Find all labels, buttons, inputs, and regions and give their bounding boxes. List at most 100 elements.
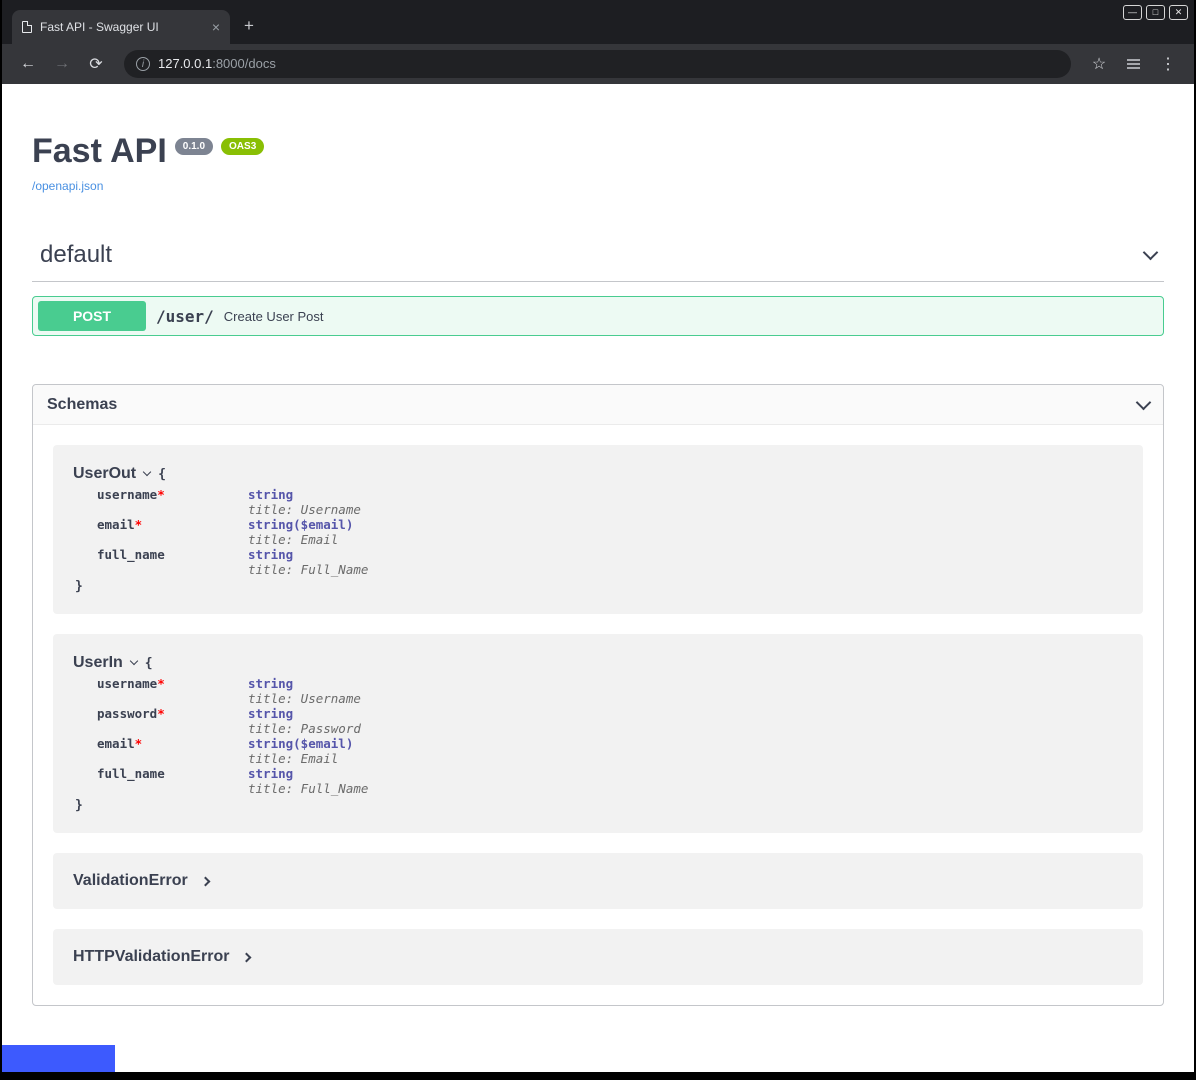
close-brace: }	[75, 579, 1123, 594]
titlebar: Fast API - Swagger UI × + — □ ✕	[2, 0, 1194, 44]
schemas-title: Schemas	[47, 396, 117, 414]
close-brace: }	[75, 798, 1123, 813]
browser-toolbar: ← → ⟳ i 127.0.0.1:8000/docs ☆ ⋮	[2, 44, 1194, 84]
model-userin: UserIn { username* string title: Usernam…	[53, 634, 1143, 833]
url-host: 127.0.0.1	[158, 56, 212, 71]
property-type: string	[248, 487, 361, 502]
property-row: email* string($email) title: Email	[97, 736, 1123, 766]
page-title: Fast API	[32, 132, 167, 171]
property-detail: string($email) title: Email	[248, 517, 353, 547]
tag-section-default[interactable]: default	[32, 241, 1164, 282]
site-info-icon[interactable]: i	[136, 57, 150, 71]
model-head[interactable]: UserIn {	[73, 654, 1123, 672]
property-title: title: Username	[248, 502, 361, 517]
open-brace: {	[145, 656, 153, 671]
chevron-down-icon[interactable]	[130, 656, 138, 664]
chevron-right-icon[interactable]	[200, 876, 210, 886]
method-badge: POST	[38, 301, 146, 331]
api-title-row: Fast API 0.1.0 OAS3	[32, 132, 1164, 171]
model-validationerror[interactable]: ValidationError	[53, 853, 1143, 909]
property-name: username*	[97, 487, 248, 517]
property-type: string	[248, 766, 368, 781]
model-head[interactable]: UserOut {	[73, 465, 1123, 483]
model-properties: username* string title: Username passwor…	[97, 676, 1123, 796]
model-title[interactable]: HTTPValidationError	[73, 948, 229, 966]
opblock-post-user[interactable]: POST /user/ Create User Post	[32, 296, 1164, 336]
page-content: Fast API 0.1.0 OAS3 /openapi.json defaul…	[2, 84, 1194, 1072]
property-detail: string title: Username	[248, 487, 361, 517]
browser-tab[interactable]: Fast API - Swagger UI ×	[12, 10, 230, 44]
property-detail: string title: Username	[248, 676, 361, 706]
model-title[interactable]: UserIn	[73, 654, 123, 672]
status-bubble	[2, 1045, 115, 1072]
property-detail: string title: Password	[248, 706, 361, 736]
tag-title: default	[40, 241, 112, 269]
tab-title: Fast API - Swagger UI	[40, 20, 204, 34]
chevron-down-icon[interactable]	[1136, 394, 1152, 410]
property-detail: string title: Full_Name	[248, 547, 368, 577]
property-type: string($email)	[248, 736, 353, 751]
property-row: username* string title: Username	[97, 487, 1123, 517]
model-title[interactable]: UserOut	[73, 465, 136, 483]
operation-summary: Create User Post	[224, 309, 324, 324]
browser-menu-icon[interactable]: ⋮	[1154, 54, 1182, 74]
chevron-down-icon[interactable]	[1143, 245, 1159, 261]
url-text: 127.0.0.1:8000/docs	[158, 55, 276, 73]
openapi-spec-link[interactable]: /openapi.json	[32, 179, 103, 193]
operation-path: /user/	[156, 307, 214, 326]
property-title: title: Username	[248, 691, 361, 706]
property-name: full_name	[97, 766, 248, 796]
tab-strip: Fast API - Swagger UI × +	[12, 10, 254, 44]
property-row: email* string($email) title: Email	[97, 517, 1123, 547]
schemas-section: Schemas UserOut { username* st	[32, 384, 1164, 1006]
url-bar[interactable]: i 127.0.0.1:8000/docs	[124, 50, 1071, 78]
new-tab-button[interactable]: +	[244, 16, 254, 36]
oas-badge: OAS3	[221, 138, 264, 155]
property-title: title: Password	[248, 721, 361, 736]
property-title: title: Email	[248, 751, 353, 766]
model-title[interactable]: ValidationError	[73, 872, 188, 890]
property-name: username*	[97, 676, 248, 706]
required-star: *	[135, 736, 143, 751]
required-star: *	[135, 517, 143, 532]
tab-close-icon[interactable]: ×	[212, 20, 220, 34]
bookmark-star-icon[interactable]: ☆	[1085, 54, 1113, 74]
schemas-header[interactable]: Schemas	[33, 385, 1163, 425]
property-row: full_name string title: Full_Name	[97, 766, 1123, 796]
property-title: title: Full_Name	[248, 781, 368, 796]
model-httpvalidationerror[interactable]: HTTPValidationError	[53, 929, 1143, 985]
property-row: username* string title: Username	[97, 676, 1123, 706]
required-star: *	[157, 706, 165, 721]
api-info: Fast API 0.1.0 OAS3 /openapi.json	[32, 132, 1164, 195]
property-type: string	[248, 706, 361, 721]
property-detail: string title: Full_Name	[248, 766, 368, 796]
browser-window: Fast API - Swagger UI × + — □ ✕ ← → ⟳ i …	[2, 0, 1194, 1072]
version-badge: 0.1.0	[175, 138, 213, 155]
chevron-right-icon[interactable]	[242, 952, 252, 962]
property-row: full_name string title: Full_Name	[97, 547, 1123, 577]
open-brace: {	[158, 467, 166, 482]
schemas-body: UserOut { username* string title: Userna…	[33, 425, 1163, 1005]
url-path: :8000/docs	[212, 56, 276, 71]
required-star: *	[157, 487, 165, 502]
model-userout: UserOut { username* string title: Userna…	[53, 445, 1143, 614]
forward-icon[interactable]: →	[48, 55, 76, 73]
property-type: string	[248, 676, 361, 691]
toolbar-list-icon[interactable]	[1127, 63, 1140, 65]
minimize-button[interactable]: —	[1123, 5, 1142, 20]
window-controls: — □ ✕	[1123, 5, 1188, 20]
property-name: password*	[97, 706, 248, 736]
close-button[interactable]: ✕	[1169, 5, 1188, 20]
refresh-icon[interactable]: ⟳	[82, 54, 110, 74]
property-row: password* string title: Password	[97, 706, 1123, 736]
property-name: email*	[97, 517, 248, 547]
back-icon[interactable]: ←	[14, 55, 42, 73]
maximize-button[interactable]: □	[1146, 5, 1165, 20]
document-icon	[22, 21, 32, 33]
chevron-down-icon[interactable]	[143, 467, 151, 475]
model-properties: username* string title: Username email* …	[97, 487, 1123, 577]
property-type: string	[248, 547, 368, 562]
required-star: *	[157, 676, 165, 691]
property-type: string($email)	[248, 517, 353, 532]
property-title: title: Email	[248, 532, 353, 547]
